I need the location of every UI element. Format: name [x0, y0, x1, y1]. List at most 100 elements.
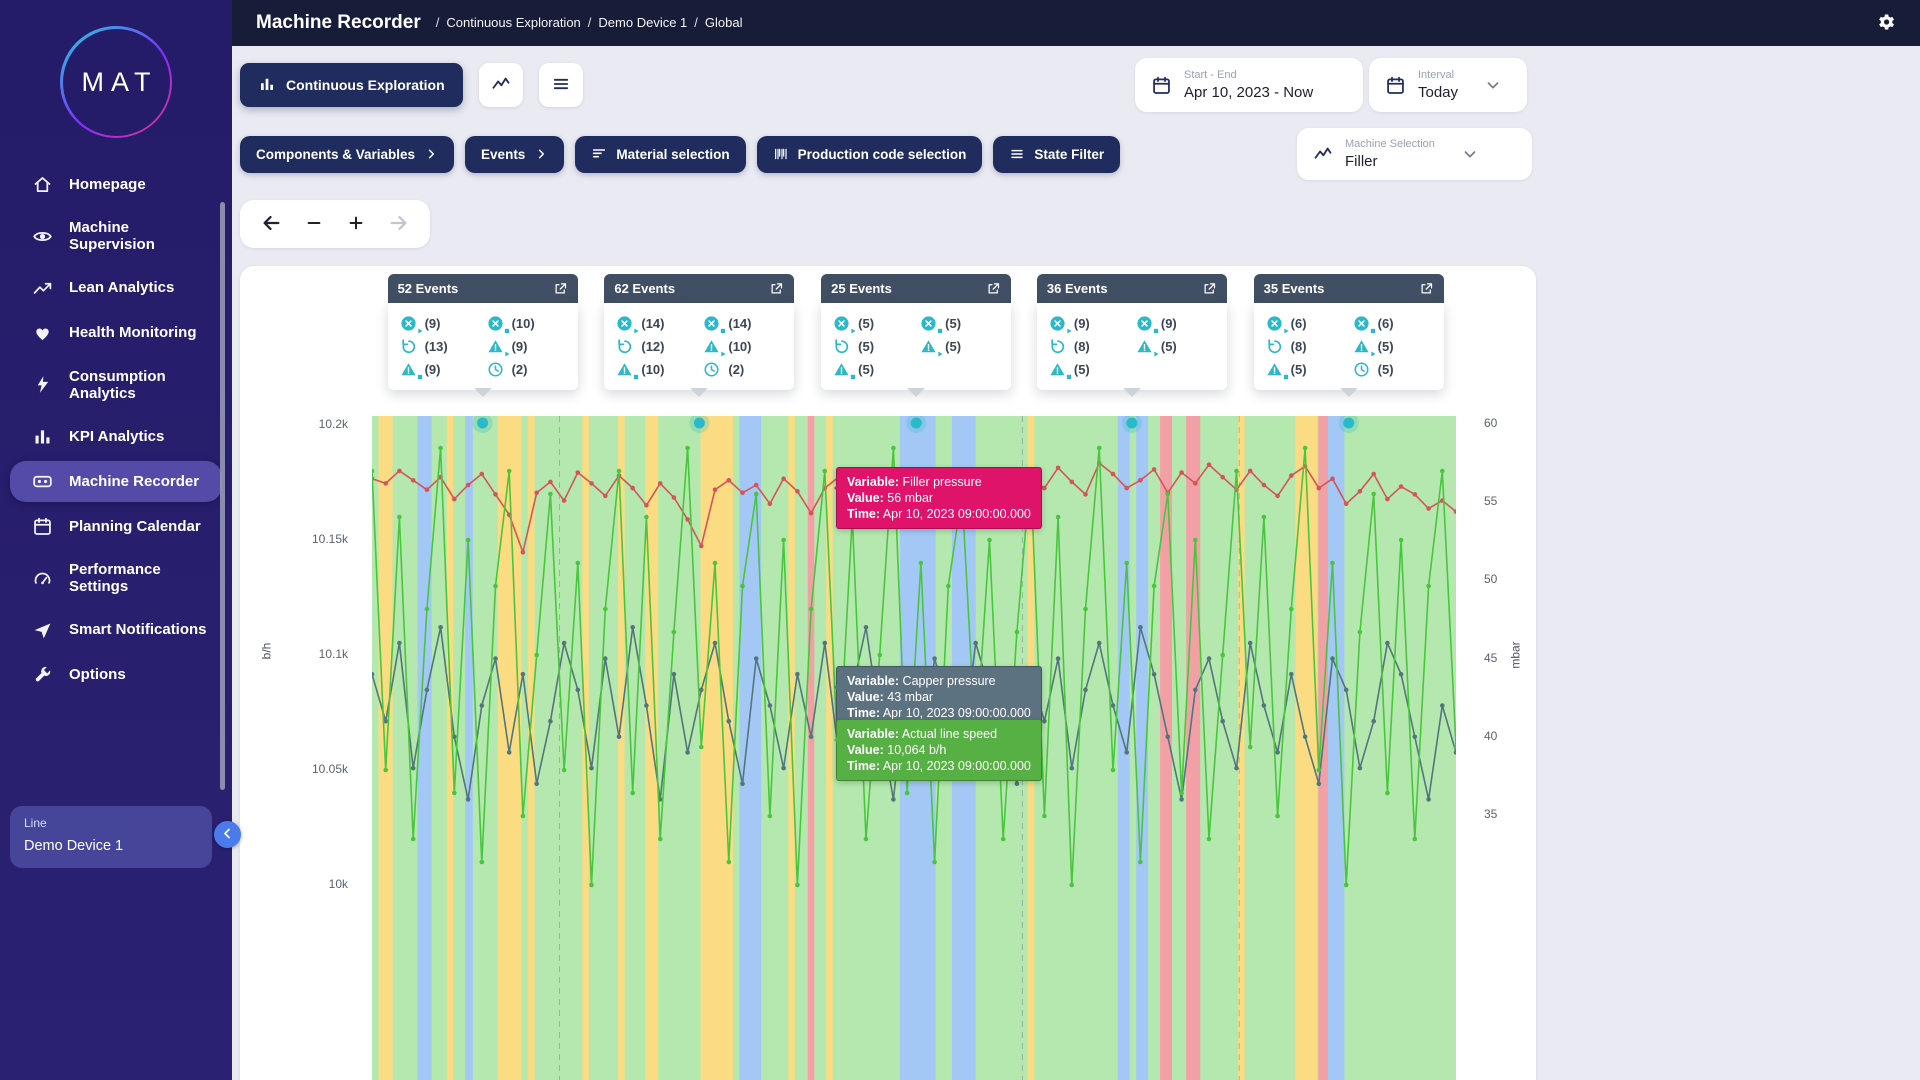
open-in-new-icon[interactable]: [769, 281, 784, 296]
filter-pill-events[interactable]: Events: [465, 136, 564, 173]
sidebar: MAT HomepageMachine SupervisionLean Anal…: [0, 0, 232, 1080]
right-axis-tick: 40: [1484, 729, 1497, 743]
event-type-count: (12): [616, 335, 695, 358]
circle-x-icon: [1136, 315, 1153, 332]
event-count: (10): [512, 316, 535, 331]
chevron-right-icon: [534, 147, 548, 161]
device-line-label: Line: [24, 816, 198, 830]
breadcrumb-item-global[interactable]: Global: [705, 15, 743, 30]
date-range-picker[interactable]: Start - End Apr 10, 2023 - Now: [1135, 58, 1363, 112]
sidebar-item-health-monitoring[interactable]: Health Monitoring: [10, 313, 222, 354]
sidebar-item-lean-analytics[interactable]: Lean Analytics: [10, 268, 222, 309]
warning-icon: [1353, 338, 1370, 355]
warning-icon: [616, 361, 633, 378]
event-count: (8): [1074, 339, 1090, 354]
chevron-left-icon: [220, 826, 235, 844]
left-axis-tick: 10.2k: [268, 417, 348, 431]
sidebar-item-planning-calendar[interactable]: Planning Calendar: [10, 506, 222, 547]
list-view-button[interactable]: [539, 63, 583, 107]
event-type-count: (5): [1353, 358, 1432, 381]
square-icon: [1065, 373, 1073, 381]
event-count: (5): [858, 316, 874, 331]
event-card-header: 52 Events: [388, 274, 578, 303]
sidebar-item-label: Options: [69, 666, 126, 683]
settings-button[interactable]: [1876, 12, 1896, 35]
filter-pill-production-code-selection[interactable]: Production code selection: [757, 136, 983, 173]
square-icon: [936, 327, 944, 335]
open-in-new-icon[interactable]: [1202, 281, 1217, 296]
zoom-in-button[interactable]: [346, 213, 366, 236]
breadcrumb-item-demo-device-1[interactable]: Demo Device 1: [598, 15, 687, 30]
eye-icon: [32, 226, 54, 247]
send-icon: [32, 620, 54, 641]
pan-right-button[interactable]: [388, 212, 410, 237]
chart-tooltip-filler-pressure: Variable: Filler pressureValue: 56 mbarT…: [836, 467, 1042, 529]
event-card-count: 25 Events: [831, 281, 892, 296]
event-count: (6): [1291, 316, 1307, 331]
left-axis-tick: 10.15k: [268, 532, 348, 546]
sidebar-item-kpi-analytics[interactable]: KPI Analytics: [10, 416, 222, 457]
toolbar-row: Continuous Exploration Start - End Apr 1…: [240, 58, 1536, 112]
event-type-count: (6): [1353, 312, 1432, 335]
interval-picker[interactable]: Interval Today: [1369, 58, 1527, 112]
trend-icon: [32, 278, 54, 299]
logo-ring: MAT: [60, 26, 172, 138]
restart-icon: [1049, 338, 1066, 355]
event-card-body: (9)(13)(9)(10)(9)(2): [388, 303, 578, 390]
event-count: (2): [512, 362, 528, 377]
restart-icon: [616, 338, 633, 355]
event-cards-row: 52 Events(9)(13)(9)(10)(9)(2)62 Events(1…: [240, 274, 1536, 404]
event-count: (9): [512, 339, 528, 354]
warning-icon: [1266, 361, 1283, 378]
open-in-new-icon[interactable]: [1419, 281, 1434, 296]
menu-icon: [1009, 146, 1025, 162]
event-count: (9): [1074, 316, 1090, 331]
event-card-body: (6)(8)(5)(6)(5)(5): [1254, 303, 1444, 390]
event-card: 25 Events(5)(5)(5)(5)(5): [821, 274, 1011, 390]
open-in-new-icon[interactable]: [553, 281, 568, 296]
machine-selection[interactable]: Machine Selection Filler: [1297, 128, 1532, 180]
chevron-down-icon: [1484, 76, 1502, 94]
line-view-button[interactable]: [479, 63, 523, 107]
filter-pill-components-variables[interactable]: Components & Variables: [240, 136, 454, 173]
tooltip-variable: Variable: Filler pressure: [847, 474, 1031, 490]
circle-x-icon: [833, 315, 850, 332]
tab-continuous-exploration[interactable]: Continuous Exploration: [240, 63, 463, 107]
filter-pill-material-selection[interactable]: Material selection: [575, 136, 745, 173]
pan-left-button[interactable]: [260, 212, 282, 237]
zoom-out-button[interactable]: [304, 213, 324, 236]
right-axis-label: mbar: [1509, 641, 1523, 668]
filter-pills: Components & Variables Events Material sel…: [240, 136, 1131, 173]
sidebar-collapse-button[interactable]: [214, 821, 241, 848]
interval-label: Interval: [1418, 69, 1458, 81]
event-type-count: (5): [833, 312, 912, 335]
event-type-count: (5): [1266, 358, 1345, 381]
breadcrumb-item-continuous-exploration[interactable]: Continuous Exploration: [446, 15, 580, 30]
sidebar-item-consumption-analytics[interactable]: Consumption Analytics: [10, 358, 222, 413]
play-icon: [1369, 350, 1377, 358]
circle-x-icon: [616, 315, 633, 332]
sidebar-item-performance-settings[interactable]: Performance Settings: [10, 551, 222, 606]
event-type-count: (8): [1266, 335, 1345, 358]
device-card[interactable]: Line Demo Device 1: [10, 806, 212, 868]
filter-pill-state-filter[interactable]: State Filter: [993, 136, 1120, 173]
event-card-count: 35 Events: [1264, 281, 1325, 296]
sidebar-item-homepage[interactable]: Homepage: [10, 164, 222, 205]
sidebar-item-machine-supervision[interactable]: Machine Supervision: [10, 209, 222, 264]
event-type-count: (6): [1266, 312, 1345, 335]
material-icon: [591, 146, 607, 162]
tooltip-value: Value: 43 mbar: [847, 689, 1031, 705]
left-axis-tick: 10.1k: [268, 647, 348, 661]
sidebar-item-smart-notifications[interactable]: Smart Notifications: [10, 610, 222, 651]
filter-pill-label: State Filter: [1034, 147, 1104, 162]
sidebar-item-label: Health Monitoring: [69, 324, 197, 341]
date-controls: Start - End Apr 10, 2023 - Now Interval …: [1135, 58, 1527, 112]
sidebar-item-options[interactable]: Options: [10, 655, 222, 696]
sidebar-scrollbar[interactable]: [220, 202, 225, 790]
open-in-new-icon[interactable]: [986, 281, 1001, 296]
event-count: (9): [425, 316, 441, 331]
circle-x-icon: [703, 315, 720, 332]
sidebar-item-machine-recorder[interactable]: Machine Recorder: [10, 461, 222, 502]
breadcrumb-separator: /: [436, 15, 440, 30]
event-card-body: (14)(12)(10)(14)(10)(2): [604, 303, 794, 390]
